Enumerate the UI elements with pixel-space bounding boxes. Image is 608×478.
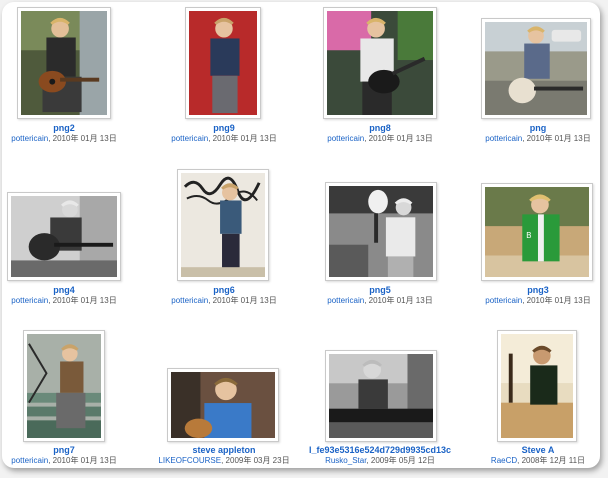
photo-red-wall-icon: [189, 11, 257, 115]
item-user[interactable]: pottericain: [11, 296, 48, 305]
item-meta: pottericain, 2010年 01月 13日: [171, 296, 277, 305]
item-meta: pottericain, 2010年 01月 13日: [327, 134, 433, 143]
item-user[interactable]: RaeCD: [491, 456, 517, 465]
item-meta: pottericain, 2010年 01月 13日: [171, 134, 277, 143]
thumbnail[interactable]: B: [481, 183, 593, 281]
item-date: 2010年 01月 13日: [52, 456, 117, 465]
photo-bw-guitar-overhead-icon: [329, 186, 433, 277]
thumbnail[interactable]: [497, 330, 577, 442]
thumbnail[interactable]: [325, 350, 437, 442]
item-title[interactable]: png5: [305, 285, 455, 295]
svg-text:B: B: [526, 231, 531, 240]
item-meta: pottericain, 2010年 01月 13日: [11, 296, 117, 305]
gallery-panel: png2 pottericain, 2010年 01月 13日 png9 pot…: [2, 2, 600, 468]
item-meta: pottericain, 2010年 01月 13日: [327, 296, 433, 305]
item-date: 2010年 01月 13日: [212, 134, 277, 143]
item-title[interactable]: png2: [2, 123, 139, 133]
item-user[interactable]: Rusko_Star: [325, 456, 366, 465]
item-date: 2009年 03月 23日: [225, 456, 290, 465]
item-title[interactable]: Steve A: [463, 445, 600, 455]
thumbnail[interactable]: [23, 330, 105, 442]
item-title[interactable]: png7: [2, 445, 139, 455]
item-user[interactable]: pottericain: [11, 134, 48, 143]
thumbnail[interactable]: [325, 182, 437, 281]
photo-bw-guitar-icon: [11, 196, 117, 277]
item-title[interactable]: png: [463, 123, 600, 133]
photo-stairs-icon: [27, 334, 101, 438]
photo-sunset-guitar-icon: [501, 334, 573, 438]
item-title[interactable]: steve appleton: [149, 445, 299, 455]
item-user[interactable]: pottericain: [485, 296, 522, 305]
photo-green-jacket-icon: B: [485, 187, 589, 277]
photo-street-guitar-icon: [485, 22, 587, 115]
item-user[interactable]: pottericain: [485, 134, 522, 143]
thumbnail[interactable]: [177, 169, 269, 281]
item-title[interactable]: l_fe93e5316e524d729d9935cd13c: [305, 445, 455, 455]
item-date: 2010年 01月 13日: [52, 296, 117, 305]
item-user[interactable]: pottericain: [327, 296, 364, 305]
item-meta: pottericain, 2010年 01月 13日: [11, 134, 117, 143]
item-date: 2010年 01月 13日: [526, 134, 591, 143]
item-date: 2010年 01月 13日: [368, 296, 433, 305]
item-title[interactable]: png6: [149, 285, 299, 295]
item-user[interactable]: pottericain: [11, 456, 48, 465]
item-date: 2010年 01月 13日: [368, 134, 433, 143]
item-title[interactable]: png9: [149, 123, 299, 133]
item-date: 2010年 01月 13日: [212, 296, 277, 305]
item-user[interactable]: pottericain: [327, 134, 364, 143]
item-title[interactable]: png4: [2, 285, 139, 295]
thumbnail[interactable]: [481, 18, 591, 119]
thumbnail[interactable]: [185, 7, 261, 119]
item-date: 2010年 01月 13日: [526, 296, 591, 305]
item-user[interactable]: pottericain: [171, 134, 208, 143]
item-user[interactable]: pottericain: [171, 296, 208, 305]
item-meta: Rusko_Star, 2009年 05月 12日: [325, 456, 435, 465]
item-date: 2009年 05月 12日: [370, 456, 435, 465]
thumbnail[interactable]: [17, 7, 111, 119]
photo-blue-shirt-guitar-icon: [171, 372, 275, 438]
item-date: 2008年 12月 11日: [521, 456, 586, 465]
photo-graffiti-wall-icon: [181, 173, 265, 277]
item-user[interactable]: LIKEOFCOURSE: [158, 456, 221, 465]
thumbnail[interactable]: [167, 368, 279, 442]
photo-guitar-acoustic-dark-icon: [21, 11, 107, 115]
item-title[interactable]: png3: [463, 285, 600, 295]
item-meta: RaeCD, 2008年 12月 11日: [490, 456, 586, 465]
item-meta: pottericain, 2010年 01月 13日: [11, 456, 117, 465]
thumbnail[interactable]: [323, 7, 437, 119]
item-title[interactable]: png8: [305, 123, 455, 133]
thumbnail[interactable]: [7, 192, 121, 281]
photo-bw-piano-icon: [329, 354, 433, 438]
item-meta: LIKEOFCOURSE, 2009年 03月 23日: [158, 456, 290, 465]
item-meta: pottericain, 2010年 01月 13日: [485, 296, 591, 305]
item-meta: pottericain, 2010年 01月 13日: [485, 134, 591, 143]
item-date: 2010年 01月 13日: [52, 134, 117, 143]
photo-guitar-white-shirt-icon: [327, 11, 433, 115]
